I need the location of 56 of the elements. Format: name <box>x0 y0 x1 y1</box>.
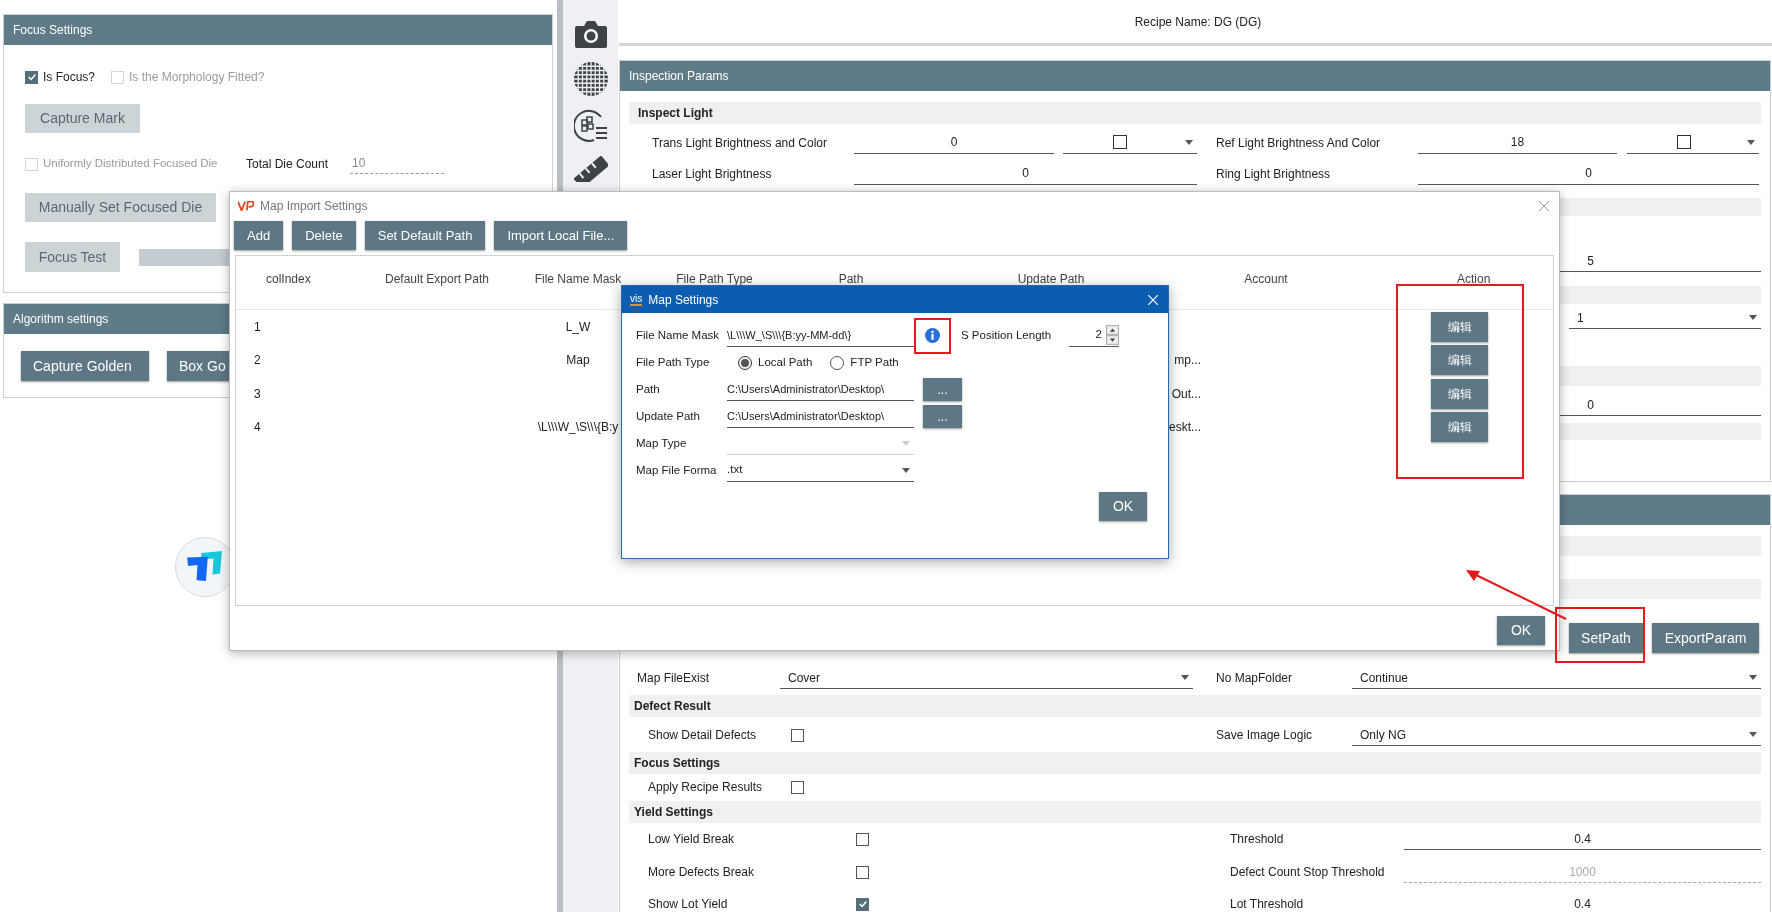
field-label: Total Die Count <box>246 156 330 173</box>
column-header: colIndex <box>265 271 312 288</box>
recipe-name: Recipe Name: DG (DG) <box>1134 13 1262 31</box>
section-header: Focus Settings <box>629 752 1761 774</box>
field-label: Map Type <box>636 435 688 451</box>
table-cell-text: eskt... <box>1169 419 1201 437</box>
field-label: Defect Count Stop Threshold <box>1230 864 1386 881</box>
section-header: Defect Result <box>629 695 1761 717</box>
field-label: Ring Light Brightness <box>1216 165 1332 183</box>
field-label: File Path Type <box>636 354 711 370</box>
field-label: Low Yield Break <box>647 831 736 848</box>
checkbox-label: Is the Morphology Fitted? <box>129 69 265 86</box>
field-label: Apply Recipe Results <box>647 779 764 796</box>
field-label: Ref Light Brightness And Color <box>1216 134 1382 152</box>
dialog-title: Map Import Settings <box>260 198 368 215</box>
field-label: Save Image Logic <box>1216 727 1314 744</box>
field-label: More Defects Break <box>647 864 756 881</box>
radio-label: Local Path <box>758 354 813 370</box>
table-cell-text: mp... <box>1174 352 1201 370</box>
card-header: Inspection Params <box>620 61 1770 91</box>
field-label: File Name Mask <box>636 327 721 343</box>
table-cell-text: L_W <box>565 318 591 336</box>
table-cell-text: Out... <box>1171 385 1201 403</box>
field-label: S Position Length <box>961 327 1053 343</box>
field-label: Path <box>636 381 661 397</box>
radio-label: FTP Path <box>850 354 899 370</box>
column-header: Default Export Path <box>383 271 491 288</box>
field-label: Trans Light Brightness and Color <box>651 134 828 152</box>
column-header: Path <box>837 271 865 288</box>
section-header: Yield Settings <box>629 801 1761 823</box>
field-label: Show Detail Defects <box>647 727 758 744</box>
column-header: File Path Type <box>675 271 754 288</box>
field-label: Map FileExist <box>636 670 711 687</box>
field-label: Show Lot Yield <box>647 896 729 912</box>
field-label: No MapFolder <box>1216 670 1294 687</box>
column-header: File Name Mask <box>533 271 623 288</box>
table-cell-text: Map <box>566 352 590 370</box>
column-header: Action <box>1456 271 1492 288</box>
field-label: Laser Light Brightness <box>651 165 773 183</box>
table-cell: 2 <box>254 353 261 368</box>
checkbox-label: Uniformly Distributed Focused Die <box>43 156 218 172</box>
field-label: Update Path <box>636 408 701 424</box>
checkbox-label: Is Focus? <box>43 69 96 86</box>
column-header: Account <box>1243 271 1289 288</box>
field-label: Lot Threshold <box>1230 896 1305 912</box>
section-band: Inspect Light <box>629 102 1761 124</box>
table-cell: 3 <box>254 386 261 401</box>
table-cell-text: \L\\\W_\S\\\{B:y <box>537 419 619 437</box>
table-cell: 4 <box>254 420 261 435</box>
card-header: Focus Settings <box>4 15 552 45</box>
field-label: Threshold <box>1230 831 1285 848</box>
field-label: Map File Forma <box>636 462 718 478</box>
dialog-title: Map Settings <box>648 291 719 309</box>
logo: vis <box>630 293 643 306</box>
table-cell: 1 <box>254 319 261 334</box>
column-header: Update Path <box>1016 271 1086 288</box>
